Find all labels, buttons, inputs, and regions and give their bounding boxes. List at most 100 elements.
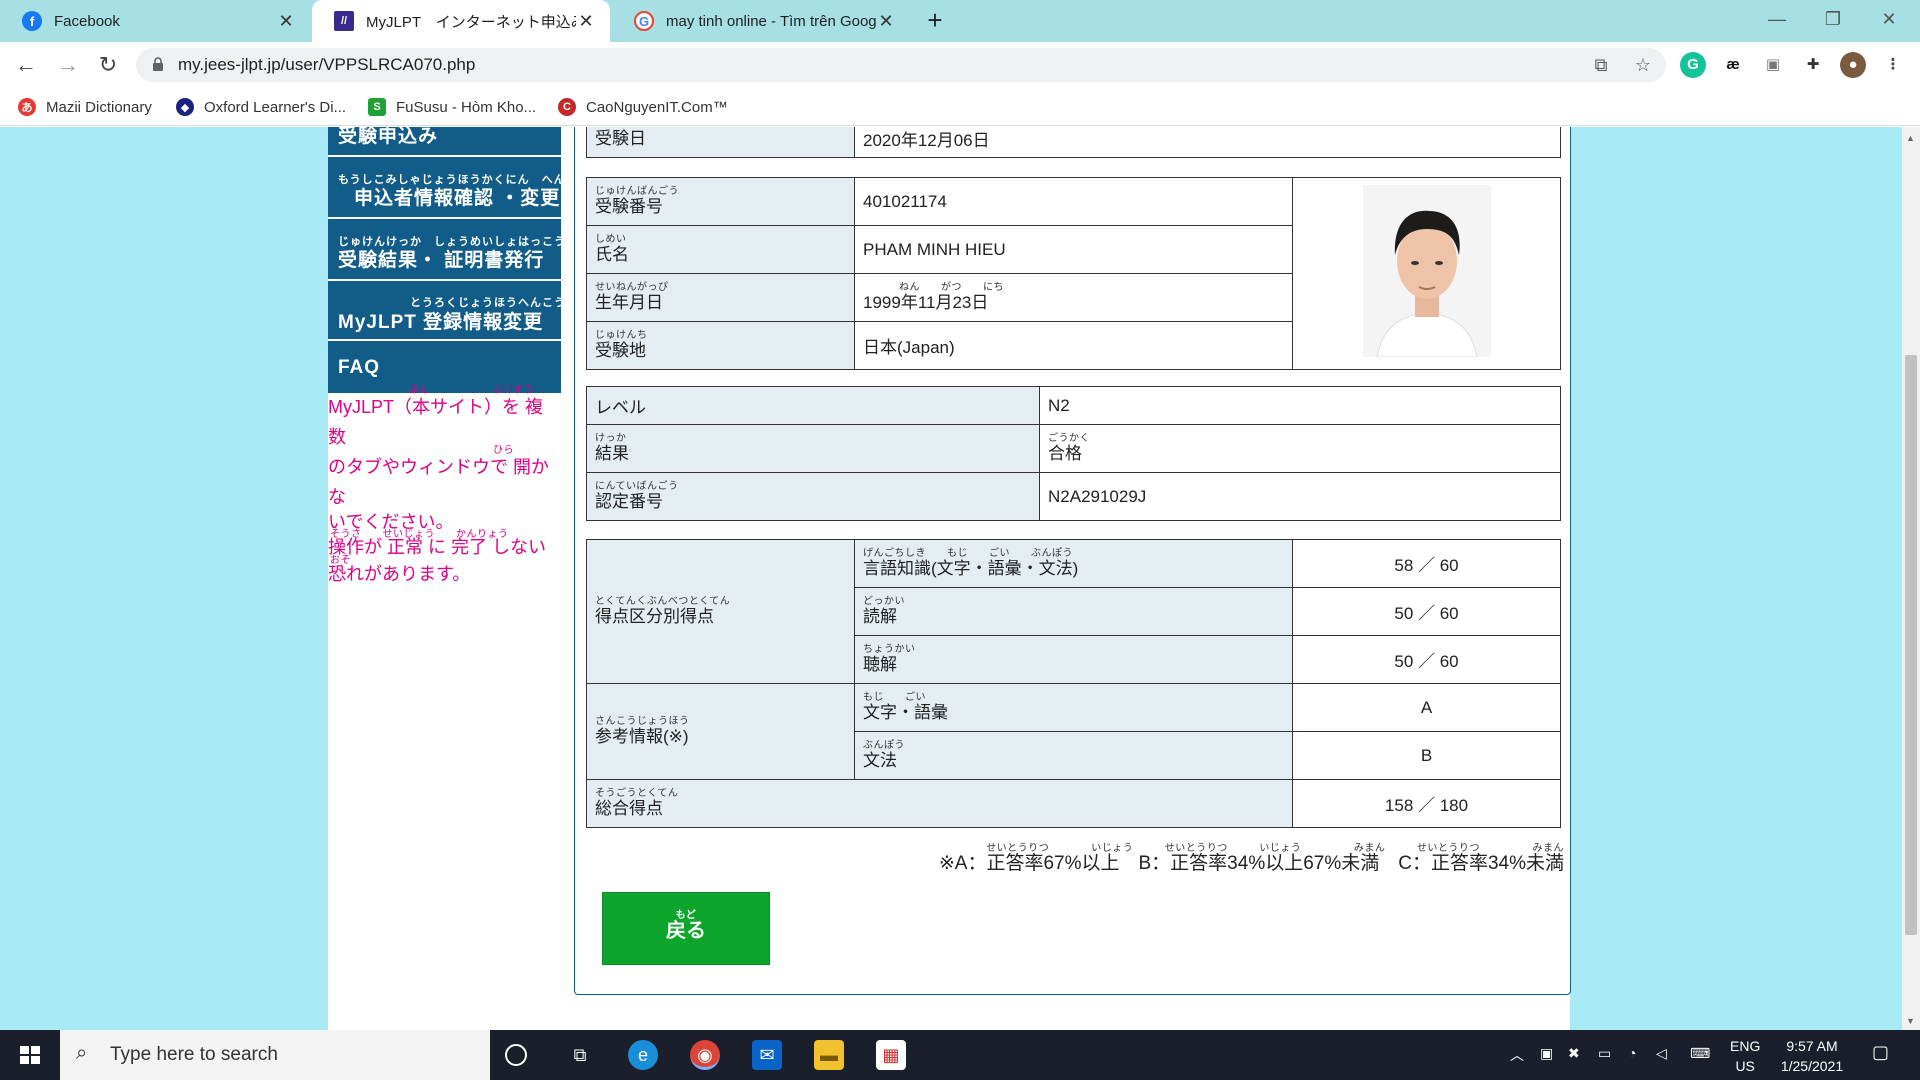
chrome-icon[interactable]: ◉ xyxy=(690,1040,720,1070)
profile-avatar[interactable]: ● xyxy=(1840,52,1866,78)
notice-ruby: ほん ふくすう xyxy=(408,385,534,396)
menu-item-myjlpt-settings[interactable]: とうろくじょうほうへんこう MyJLPT 登録情報変更 xyxy=(328,281,565,341)
keyboard-icon[interactable]: ⌨ xyxy=(1690,1045,1710,1062)
bookmark-caonguyenit[interactable]: C CaoNguyenIT.Com™ xyxy=(558,96,728,118)
bookmark-oxford[interactable]: ◆ Oxford Learner's Di... xyxy=(176,96,346,118)
tray-app-icon[interactable]: ▣ xyxy=(1540,1045,1553,1062)
lock-icon xyxy=(153,57,163,71)
wifi-icon[interactable]: ◔ xyxy=(1628,1045,1636,1061)
mail-icon[interactable]: ✉ xyxy=(752,1040,782,1070)
tray-security-icon[interactable]: ✖ xyxy=(1568,1045,1580,1062)
menu-kebab-icon[interactable]: ⋮ xyxy=(1880,52,1906,78)
reference-row-value: A xyxy=(1292,683,1561,732)
star-icon[interactable]: ☆ xyxy=(1632,54,1654,76)
restore-button[interactable]: ❐ xyxy=(1808,4,1858,34)
outcome-label: けっか 結果 xyxy=(586,424,1040,473)
region-text: US xyxy=(1735,1058,1755,1074)
cert-number-label: にんていばんごう 認定番号 xyxy=(586,472,1040,521)
bookmarks-bar: あ Mazii Dictionary ◆ Oxford Learner's Di… xyxy=(0,88,1920,126)
back-button-label: 戻る xyxy=(666,920,706,942)
windows-logo-icon xyxy=(20,1046,40,1064)
notifications-icon[interactable]: ▢ xyxy=(1872,1042,1889,1063)
menu-item-apply[interactable]: 受験申込み xyxy=(328,127,561,157)
bookmark-label: FuSusu - Hòm Kho... xyxy=(396,98,537,116)
scroll-up-icon[interactable]: ▲ xyxy=(1906,133,1915,143)
notice-line: 操作が 正常 に 完了 しない xyxy=(328,537,547,557)
close-icon[interactable]: ✕ xyxy=(576,11,596,32)
minimize-button[interactable]: — xyxy=(1752,4,1802,34)
bookmark-fususu[interactable]: S FuSusu - Hòm Kho... xyxy=(368,96,536,118)
back-button[interactable]: もど 戻る xyxy=(602,892,770,965)
photo-cell xyxy=(1292,177,1561,370)
tab-title: may tinh online - Tìm trên Googl xyxy=(666,12,876,30)
exam-date-table: 受験日 2020年12月06日 xyxy=(586,127,1561,158)
battery-icon[interactable]: ▭ xyxy=(1598,1045,1611,1062)
windows-start-button[interactable] xyxy=(0,1030,60,1080)
menu-item-label: 受験申込み xyxy=(338,127,439,147)
extensions-puzzle-icon[interactable]: ✚ xyxy=(1800,52,1826,78)
taskbar-clock[interactable]: 9:57 AM 1/25/2021 xyxy=(1762,1036,1862,1076)
edge-icon[interactable]: e xyxy=(628,1040,658,1070)
exam-number-value: 401021174 xyxy=(854,177,1293,226)
score-row-label: ちょうかい 聴解 xyxy=(854,635,1293,684)
menu-item-applicant-info[interactable]: もうしこみしゃじょうほうかくにん へんこう 申込者情報確認 ・変更 xyxy=(328,157,589,219)
tab-title: MyJLPT インターネット申込み xyxy=(366,13,576,31)
reload-icon[interactable]: ↻ xyxy=(94,51,122,79)
ae-extension-icon[interactable]: æ xyxy=(1720,52,1746,78)
menu-item-label: 受験結果・ 証明書発行 xyxy=(338,250,545,271)
score-row-label: どっかい 読解 xyxy=(854,587,1293,636)
reference-row-label: ぶんぽう 文法 xyxy=(854,731,1293,780)
tab-facebook[interactable]: f Facebook ✕ xyxy=(0,0,310,42)
bookmark-label: CaoNguyenIT.Com™ xyxy=(586,98,728,116)
clock-time: 9:57 AM xyxy=(1786,1038,1838,1054)
menu-item-results[interactable]: じゅけんけっか しょうめいしょはっこう 受験結果・ 証明書発行 xyxy=(328,219,565,281)
camera-icon[interactable]: ▣ xyxy=(1760,52,1786,78)
exam-number-label: じゅけんばんごう 受験番号 xyxy=(586,177,855,226)
legend-text: ※A：正答率67%以上 B：正答率34%以上67%未満 C：正答率34%未満 xyxy=(938,853,1564,874)
volume-icon[interactable]: ◁ xyxy=(1656,1045,1667,1062)
address-bar[interactable]: my.jees-jlpt.jp/user/VPPSLRCA070.php ⧉ ☆ xyxy=(136,48,1666,82)
score-row-value: 50 ／ 60 xyxy=(1292,635,1561,684)
notice-line: MyJLPT（本サイト）を 複数 xyxy=(328,397,544,447)
level-value: N2 xyxy=(1039,386,1561,425)
exam-date-label: 受験日 xyxy=(586,127,855,158)
window-close-button[interactable]: ✕ xyxy=(1864,4,1914,34)
forward-arrow-icon[interactable]: → xyxy=(54,51,82,79)
page-viewport: 受験申込み もうしこみしゃじょうほうかくにん へんこう 申込者情報確認 ・変更 … xyxy=(0,127,1920,1030)
scroll-down-icon[interactable]: ▼ xyxy=(1906,1016,1915,1026)
close-icon[interactable]: ✕ xyxy=(276,11,296,32)
total-score-label: そうごうとくてん 総合得点 xyxy=(586,779,1293,828)
bookmark-label: Mazii Dictionary xyxy=(46,98,152,116)
oxford-icon: ◆ xyxy=(176,98,194,116)
scroll-thumb[interactable] xyxy=(1905,355,1917,935)
menu-item-label: 申込者情報確認 ・変更 xyxy=(354,188,561,209)
translate-icon[interactable]: ⧉ xyxy=(1590,54,1612,76)
score-table: とくてんくぶんべつとくてん 得点区分別得点 げんごちしき もじ ごい ぶんぽう 言語… xyxy=(586,539,1561,828)
level-label: レベル xyxy=(586,386,1040,425)
notice-line: のタブやウィンドウで 開かな xyxy=(328,457,549,507)
result-table: レベル N2 けっか 結果 ごうかく 合格 にんていばんごう 認定番号 N2A2910… xyxy=(586,386,1561,521)
bookmark-mazii[interactable]: あ Mazii Dictionary xyxy=(18,96,152,118)
grammarly-icon[interactable]: G xyxy=(1680,52,1706,78)
outcome-value: ごうかく 合格 xyxy=(1039,424,1561,473)
examinee-photo xyxy=(1362,185,1491,357)
close-icon[interactable]: ✕ xyxy=(876,11,896,32)
store-icon[interactable]: ▦ xyxy=(876,1040,906,1070)
score-row-value: 50 ／ 60 xyxy=(1292,587,1561,636)
cortana-icon[interactable] xyxy=(505,1044,527,1066)
exam-site-value: 日本(Japan) xyxy=(854,321,1293,370)
tab-google[interactable]: G may tinh online - Tìm trên Googl ✕ xyxy=(612,0,910,42)
tab-myjlpt[interactable]: // MyJLPT インターネット申込み ✕ xyxy=(312,0,610,42)
task-view-icon[interactable]: ⧉ xyxy=(565,1040,595,1070)
page-scrollbar[interactable]: ▲ ▼ xyxy=(1902,127,1920,1030)
back-arrow-icon[interactable]: ← xyxy=(12,51,40,79)
url-text: my.jees-jlpt.jp/user/VPPSLRCA070.php xyxy=(178,55,476,74)
input-language[interactable]: ENG US xyxy=(1730,1036,1760,1076)
taskbar-search-box[interactable]: ⌕ Type here to search xyxy=(60,1030,490,1080)
notice-ruby: おそ xyxy=(330,555,351,566)
notice-line: 恐れがあります。 xyxy=(328,564,471,584)
file-explorer-icon[interactable]: ▬ xyxy=(814,1040,844,1070)
new-tab-button[interactable]: + xyxy=(920,6,950,36)
caonguyenit-icon: C xyxy=(558,98,576,116)
tray-chevron-icon[interactable]: ︿ xyxy=(1510,1045,1524,1065)
